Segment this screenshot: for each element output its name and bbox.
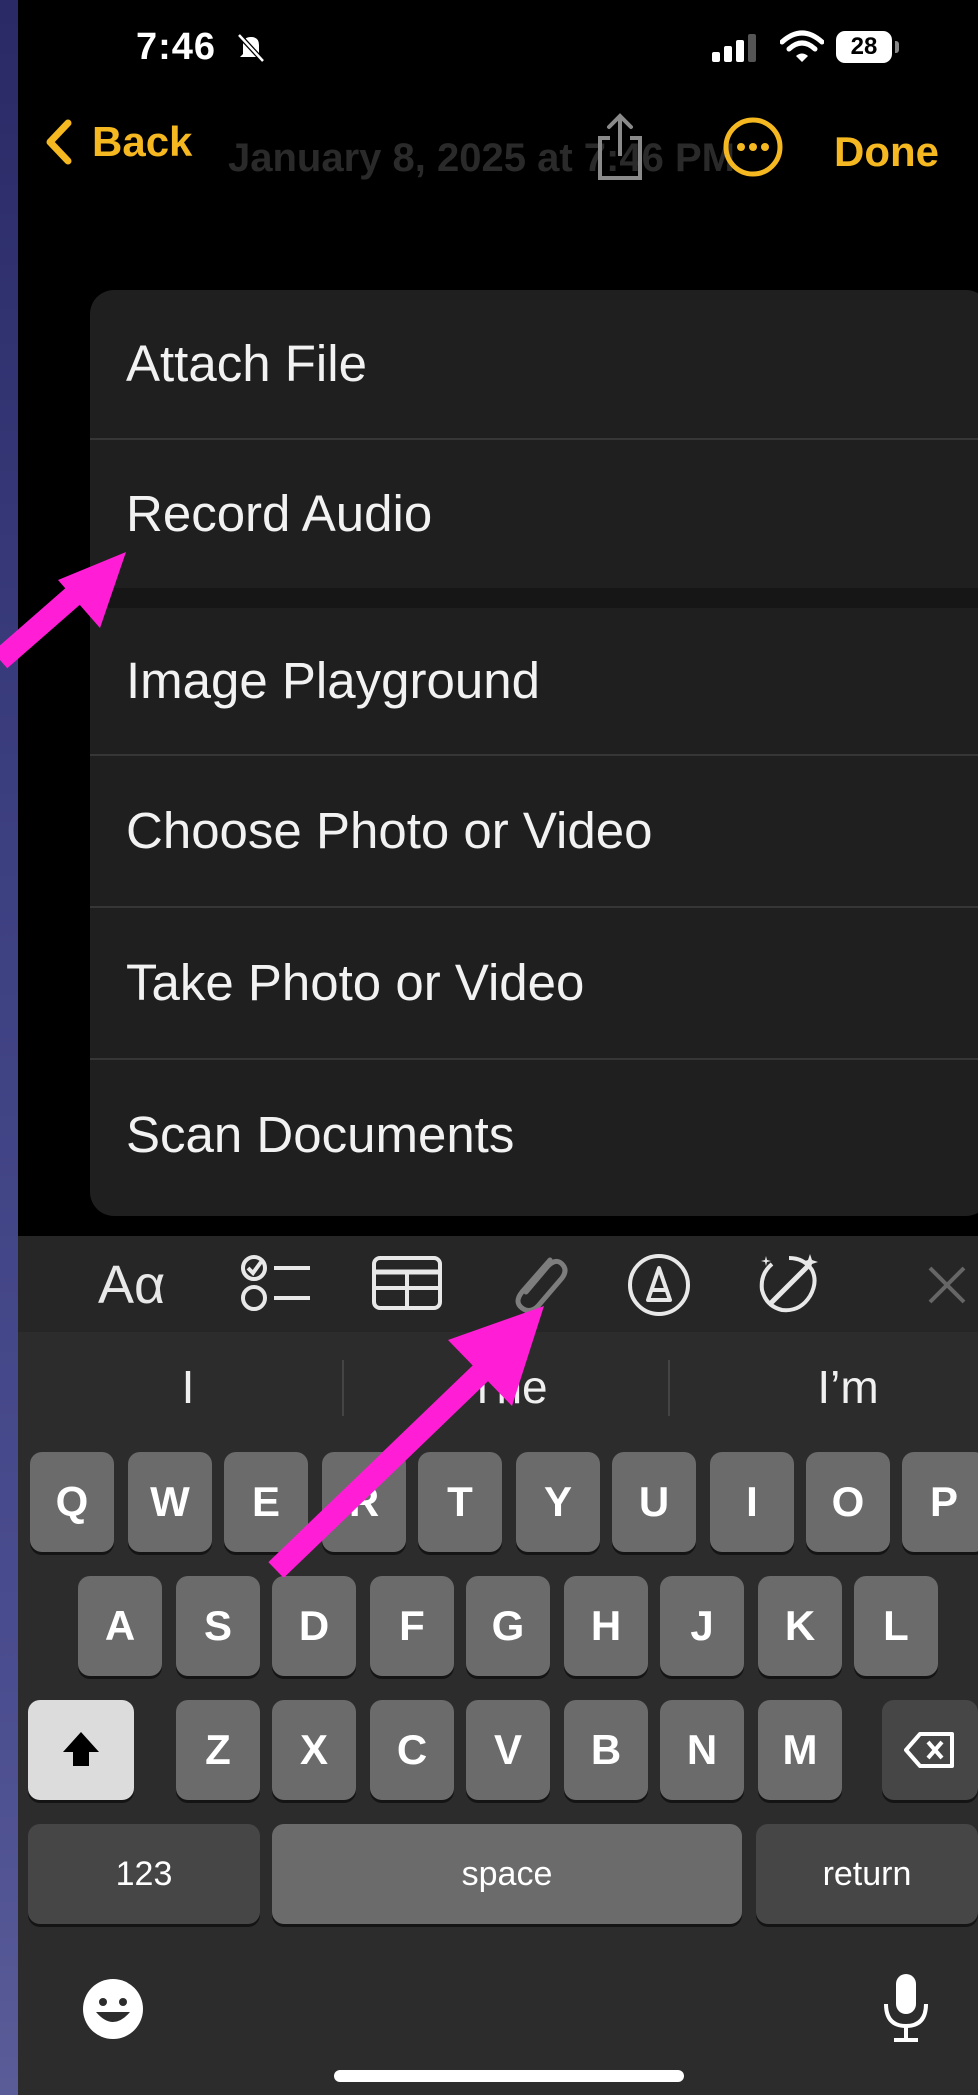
- menu-item-attach-file[interactable]: Attach File: [90, 290, 978, 438]
- menu-item-image-playground[interactable]: Image Playground: [90, 608, 978, 754]
- key-g[interactable]: G: [466, 1576, 550, 1676]
- suggestion-2[interactable]: The: [358, 1360, 658, 1414]
- key-o[interactable]: O: [806, 1452, 890, 1552]
- key-t[interactable]: T: [418, 1452, 502, 1552]
- key-q[interactable]: Q: [30, 1452, 114, 1552]
- key-y[interactable]: Y: [516, 1452, 600, 1552]
- numbers-key[interactable]: 123: [28, 1824, 260, 1924]
- menu-item-choose-photo[interactable]: Choose Photo or Video: [90, 756, 978, 906]
- keyboard: Aα I The I’m Q W E R T Y U I O P A S D F…: [18, 1236, 978, 2095]
- emoji-icon[interactable]: [80, 1976, 146, 2042]
- key-p[interactable]: P: [902, 1452, 978, 1552]
- battery-tip: [895, 41, 899, 53]
- notes-nav-bar: January 8, 2025 at 7:46 PM Back Done: [18, 100, 978, 200]
- table-icon[interactable]: [370, 1250, 446, 1316]
- predictive-text-bar: I The I’m: [18, 1332, 978, 1436]
- markup-icon[interactable]: [624, 1250, 694, 1320]
- cellular-signal-icon: [712, 34, 756, 62]
- menu-group-separator: [90, 588, 978, 608]
- key-r[interactable]: R: [322, 1452, 406, 1552]
- return-key[interactable]: return: [756, 1824, 978, 1924]
- checklist-icon[interactable]: [240, 1250, 316, 1316]
- notes-keyboard-toolbar: Aα: [18, 1236, 978, 1332]
- backspace-icon: [904, 1732, 954, 1768]
- key-z[interactable]: Z: [176, 1700, 260, 1800]
- shift-key[interactable]: [28, 1700, 134, 1800]
- format-button[interactable]: Aα: [98, 1254, 165, 1316]
- menu-item-take-photo[interactable]: Take Photo or Video: [90, 908, 978, 1058]
- key-x[interactable]: X: [272, 1700, 356, 1800]
- key-f[interactable]: F: [370, 1576, 454, 1676]
- key-m[interactable]: M: [758, 1700, 842, 1800]
- writing-tools-icon[interactable]: [752, 1250, 826, 1320]
- chevron-left-icon: [46, 119, 72, 165]
- back-button[interactable]: Back: [46, 118, 192, 166]
- key-d[interactable]: D: [272, 1576, 356, 1676]
- delete-key[interactable]: [882, 1700, 978, 1800]
- key-e[interactable]: E: [224, 1452, 308, 1552]
- key-b[interactable]: B: [564, 1700, 648, 1800]
- microphone-icon[interactable]: [878, 1970, 934, 2046]
- key-l[interactable]: L: [854, 1576, 938, 1676]
- menu-item-record-audio[interactable]: Record Audio: [90, 440, 978, 588]
- status-bar: 7:46 28: [18, 0, 978, 100]
- key-s[interactable]: S: [176, 1576, 260, 1676]
- share-icon[interactable]: [592, 108, 648, 184]
- key-n[interactable]: N: [660, 1700, 744, 1800]
- battery-indicator: 28: [836, 31, 892, 63]
- key-u[interactable]: U: [612, 1452, 696, 1552]
- phone-screen: 7:46 28 January 8, 2025 at 7:46 PM Back: [18, 0, 978, 2095]
- paperclip-icon[interactable]: [506, 1250, 572, 1320]
- key-c[interactable]: C: [370, 1700, 454, 1800]
- suggestion-3[interactable]: I’m: [698, 1360, 978, 1414]
- home-indicator: [334, 2070, 684, 2082]
- more-options-icon[interactable]: [722, 116, 784, 178]
- done-button[interactable]: Done: [834, 128, 939, 176]
- status-time: 7:46: [136, 26, 217, 68]
- space-key[interactable]: space: [272, 1824, 742, 1924]
- key-v[interactable]: V: [466, 1700, 550, 1800]
- silent-bell-icon: [237, 33, 265, 63]
- suggestion-divider: [342, 1360, 344, 1416]
- close-icon[interactable]: [922, 1260, 972, 1310]
- key-w[interactable]: W: [128, 1452, 212, 1552]
- key-h[interactable]: H: [564, 1576, 648, 1676]
- key-a[interactable]: A: [78, 1576, 162, 1676]
- suggestion-1[interactable]: I: [38, 1360, 338, 1414]
- shift-arrow-icon: [63, 1732, 99, 1766]
- attachment-menu: Attach File Record Audio Image Playgroun…: [90, 290, 978, 1216]
- key-k[interactable]: K: [758, 1576, 842, 1676]
- desktop-edge: [0, 0, 18, 2095]
- note-title-behind: January 8, 2025 at 7:46 PM: [228, 136, 735, 180]
- key-j[interactable]: J: [660, 1576, 744, 1676]
- wifi-icon: [780, 30, 824, 62]
- back-label: Back: [92, 118, 193, 165]
- menu-item-scan-documents[interactable]: Scan Documents: [90, 1060, 978, 1210]
- suggestion-divider: [668, 1360, 670, 1416]
- key-i[interactable]: I: [710, 1452, 794, 1552]
